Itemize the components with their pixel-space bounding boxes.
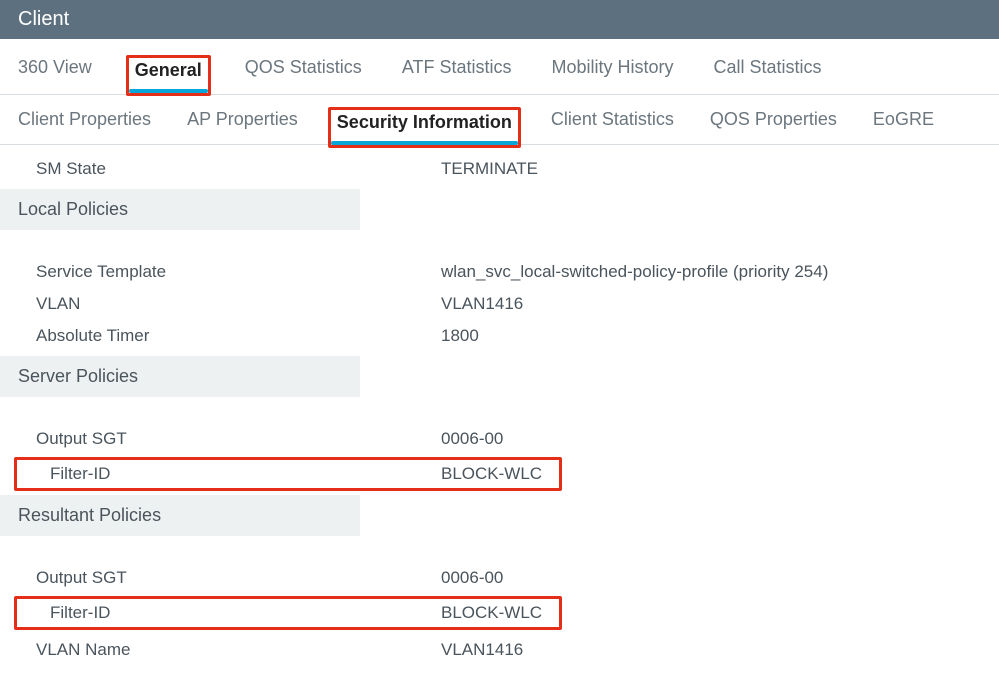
row-absolute-timer: Absolute Timer 1800 <box>0 320 999 352</box>
label-filter-id-server: Filter-ID <box>50 464 441 484</box>
row-output-sgt-resultant: Output SGT 0006-00 <box>0 562 999 594</box>
value-sm-state: TERMINATE <box>441 159 999 179</box>
page-title: Client <box>18 8 69 30</box>
value-vlan-name: VLAN1416 <box>441 640 999 660</box>
label-service-template: Service Template <box>36 262 441 282</box>
label-vlan: VLAN <box>36 294 441 314</box>
value-service-template: wlan_svc_local-switched-policy-profile (… <box>441 262 999 282</box>
tab-security-information[interactable]: Security Information <box>328 107 521 148</box>
row-vlan-name: VLAN Name VLAN1416 <box>0 634 999 666</box>
label-vlan-name: VLAN Name <box>36 640 441 660</box>
title-bar: Client <box>0 0 999 39</box>
row-vlan: VLAN VLAN1416 <box>0 288 999 320</box>
label-absolute-timer: Absolute Timer <box>36 326 441 346</box>
tab-client-statistics[interactable]: Client Statistics <box>551 109 674 140</box>
value-filter-id-resultant: BLOCK-WLC <box>441 603 542 623</box>
tab-mobility-history[interactable]: Mobility History <box>552 57 674 88</box>
tab-eogre[interactable]: EoGRE <box>873 109 934 140</box>
row-output-sgt-server: Output SGT 0006-00 <box>0 423 999 455</box>
value-absolute-timer: 1800 <box>441 326 999 346</box>
tabs-secondary: Client Properties AP Properties Security… <box>0 95 999 145</box>
row-filter-id-server: Filter-ID BLOCK-WLC <box>14 457 562 491</box>
tab-call-statistics[interactable]: Call Statistics <box>714 57 822 88</box>
row-sm-state: SM State TERMINATE <box>0 153 999 185</box>
value-vlan: VLAN1416 <box>441 294 999 314</box>
row-service-template: Service Template wlan_svc_local-switched… <box>0 256 999 288</box>
value-output-sgt-resultant: 0006-00 <box>441 568 999 588</box>
tab-client-properties[interactable]: Client Properties <box>18 109 151 140</box>
tab-360-view[interactable]: 360 View <box>18 57 92 88</box>
label-filter-id-resultant: Filter-ID <box>50 603 441 623</box>
section-resultant-policies: Resultant Policies <box>0 495 360 536</box>
value-output-sgt-server: 0006-00 <box>441 429 999 449</box>
content-area: SM State TERMINATE Local Policies Servic… <box>0 145 999 676</box>
tab-ap-properties[interactable]: AP Properties <box>187 109 298 140</box>
tab-general[interactable]: General <box>126 55 211 96</box>
section-local-policies: Local Policies <box>0 189 360 230</box>
section-server-policies: Server Policies <box>0 356 360 397</box>
label-sm-state: SM State <box>36 159 441 179</box>
value-filter-id-server: BLOCK-WLC <box>441 464 542 484</box>
tab-qos-properties[interactable]: QOS Properties <box>710 109 837 140</box>
tabs-primary: 360 View General QOS Statistics ATF Stat… <box>0 39 999 95</box>
label-output-sgt-resultant: Output SGT <box>36 568 441 588</box>
tab-atf-statistics[interactable]: ATF Statistics <box>402 57 512 88</box>
tab-qos-statistics[interactable]: QOS Statistics <box>245 57 362 88</box>
label-output-sgt-server: Output SGT <box>36 429 441 449</box>
